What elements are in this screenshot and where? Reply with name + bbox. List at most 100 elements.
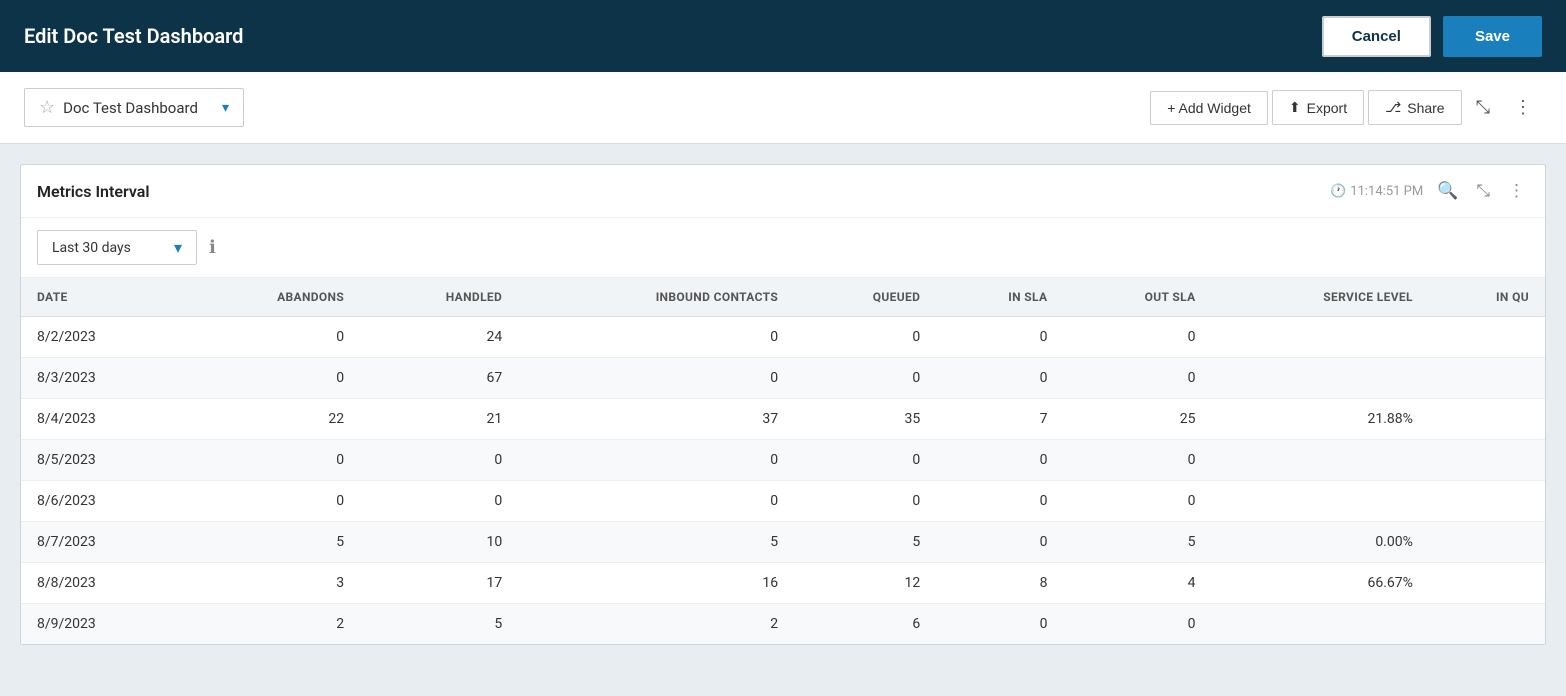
widget-header-right: 🕐 11:14:51 PM 🔍 ⤡ ⋮ — [1330, 179, 1529, 203]
table-cell: 8/9/2023 — [21, 604, 183, 645]
widget-controls: Last 30 days ▾ ℹ — [21, 218, 1545, 277]
table-cell: 66.67% — [1212, 563, 1429, 604]
table-cell: 8/5/2023 — [21, 440, 183, 481]
widget-header: Metrics Interval 🕐 11:14:51 PM 🔍 ⤡ ⋮ — [21, 165, 1545, 218]
table-cell: 0 — [518, 358, 794, 399]
table-cell: 5 — [360, 604, 518, 645]
share-label: Share — [1407, 100, 1444, 116]
table-cell: 0 — [183, 440, 360, 481]
col-handled: HANDLED — [360, 278, 518, 317]
table-row: 8/5/2023000000 — [21, 440, 1545, 481]
table-cell: 2 — [518, 604, 794, 645]
table-cell: 5 — [183, 522, 360, 563]
add-widget-button[interactable]: + Add Widget — [1150, 91, 1268, 125]
table-cell: 0 — [936, 358, 1063, 399]
table-cell: 0 — [936, 522, 1063, 563]
metrics-widget: Metrics Interval 🕐 11:14:51 PM 🔍 ⤡ ⋮ Las… — [20, 164, 1546, 645]
toolbar-left: ☆ Doc Test Dashboard ▾ — [24, 88, 244, 127]
page-title: Edit Doc Test Dashboard — [24, 24, 243, 48]
widget-more-button[interactable]: ⋮ — [1504, 179, 1529, 203]
table-cell: 0 — [936, 317, 1063, 358]
add-widget-label: + Add Widget — [1167, 100, 1251, 116]
col-queued: QUEUED — [794, 278, 936, 317]
table-cell — [1429, 522, 1545, 563]
widget-timestamp: 🕐 11:14:51 PM — [1330, 184, 1423, 199]
table-cell: 0 — [794, 440, 936, 481]
clock-icon: 🕐 — [1330, 184, 1346, 199]
table-cell: 0 — [794, 317, 936, 358]
table-cell: 0 — [1063, 358, 1211, 399]
table-cell: 0 — [183, 317, 360, 358]
chevron-down-icon: ▾ — [222, 100, 229, 116]
interval-chevron-icon: ▾ — [174, 238, 182, 257]
table-cell: 0 — [518, 481, 794, 522]
table-cell: 24 — [360, 317, 518, 358]
toolbar: ☆ Doc Test Dashboard ▾ + Add Widget ⬆ Ex… — [0, 72, 1566, 144]
export-label: Export — [1307, 100, 1347, 116]
table-cell: 22 — [183, 399, 360, 440]
table-cell: 6 — [794, 604, 936, 645]
table-cell — [1212, 358, 1429, 399]
table-header-row: DATE ABANDONS HANDLED INBOUND CONTACTS Q… — [21, 278, 1545, 317]
table-cell: 0 — [518, 440, 794, 481]
table-cell: 67 — [360, 358, 518, 399]
col-in-sla: IN SLA — [936, 278, 1063, 317]
table-cell: 10 — [360, 522, 518, 563]
share-button[interactable]: ⎇ Share — [1368, 90, 1462, 125]
table-cell — [1212, 440, 1429, 481]
table-cell: 0 — [1063, 604, 1211, 645]
table-cell: 12 — [794, 563, 936, 604]
table-cell: 17 — [360, 563, 518, 604]
table-cell: 0 — [183, 481, 360, 522]
table-cell: 3 — [183, 563, 360, 604]
col-in-qu: IN QU — [1429, 278, 1545, 317]
table-cell: 0 — [360, 481, 518, 522]
star-icon: ☆ — [39, 97, 55, 118]
widget-time-value: 11:14:51 PM — [1350, 184, 1423, 199]
export-button[interactable]: ⬆ Export — [1272, 90, 1364, 125]
table-cell: 8/7/2023 — [21, 522, 183, 563]
table-cell — [1429, 440, 1545, 481]
table-row: 8/3/20230670000 — [21, 358, 1545, 399]
save-button[interactable]: Save — [1443, 16, 1542, 57]
col-date: DATE — [21, 278, 183, 317]
table-cell — [1429, 563, 1545, 604]
cancel-button[interactable]: Cancel — [1322, 16, 1431, 57]
table-cell — [1429, 358, 1545, 399]
table-row: 8/9/2023252600 — [21, 604, 1545, 645]
table-cell: 0 — [936, 440, 1063, 481]
toolbar-right: + Add Widget ⬆ Export ⎇ Share ⤡ ⋮ — [1150, 89, 1542, 126]
table-row: 8/4/20232221373572521.88% — [21, 399, 1545, 440]
table-cell: 16 — [518, 563, 794, 604]
more-options-button[interactable]: ⋮ — [1504, 89, 1542, 126]
metrics-table-container: DATE ABANDONS HANDLED INBOUND CONTACTS Q… — [21, 277, 1545, 644]
table-row: 8/8/202331716128466.67% — [21, 563, 1545, 604]
col-inbound-contacts: INBOUND CONTACTS — [518, 278, 794, 317]
col-out-sla: OUT SLA — [1063, 278, 1211, 317]
expand-button[interactable]: ⤡ — [1466, 89, 1500, 126]
top-header: Edit Doc Test Dashboard Cancel Save — [0, 0, 1566, 72]
table-cell: 35 — [794, 399, 936, 440]
table-cell: 5 — [794, 522, 936, 563]
interval-dropdown[interactable]: Last 30 days ▾ — [37, 230, 197, 265]
table-cell: 0 — [936, 481, 1063, 522]
table-cell: 0 — [1063, 317, 1211, 358]
table-cell: 0 — [183, 358, 360, 399]
info-icon[interactable]: ℹ — [209, 237, 216, 258]
table-cell: 21.88% — [1212, 399, 1429, 440]
col-abandons: ABANDONS — [183, 278, 360, 317]
table-cell: 0.00% — [1212, 522, 1429, 563]
table-cell — [1429, 604, 1545, 645]
table-cell: 5 — [518, 522, 794, 563]
table-cell: 0 — [1063, 440, 1211, 481]
widget-expand-button[interactable]: ⤡ — [1472, 179, 1494, 203]
table-cell: 8/4/2023 — [21, 399, 183, 440]
col-service-level: SERVICE LEVEL — [1212, 278, 1429, 317]
table-cell: 0 — [794, 358, 936, 399]
table-cell: 2 — [183, 604, 360, 645]
metrics-table: DATE ABANDONS HANDLED INBOUND CONTACTS Q… — [21, 278, 1545, 644]
table-cell: 25 — [1063, 399, 1211, 440]
table-row: 8/2/20230240000 — [21, 317, 1545, 358]
widget-search-button[interactable]: 🔍 — [1433, 179, 1462, 203]
dashboard-dropdown[interactable]: ☆ Doc Test Dashboard ▾ — [24, 88, 244, 127]
